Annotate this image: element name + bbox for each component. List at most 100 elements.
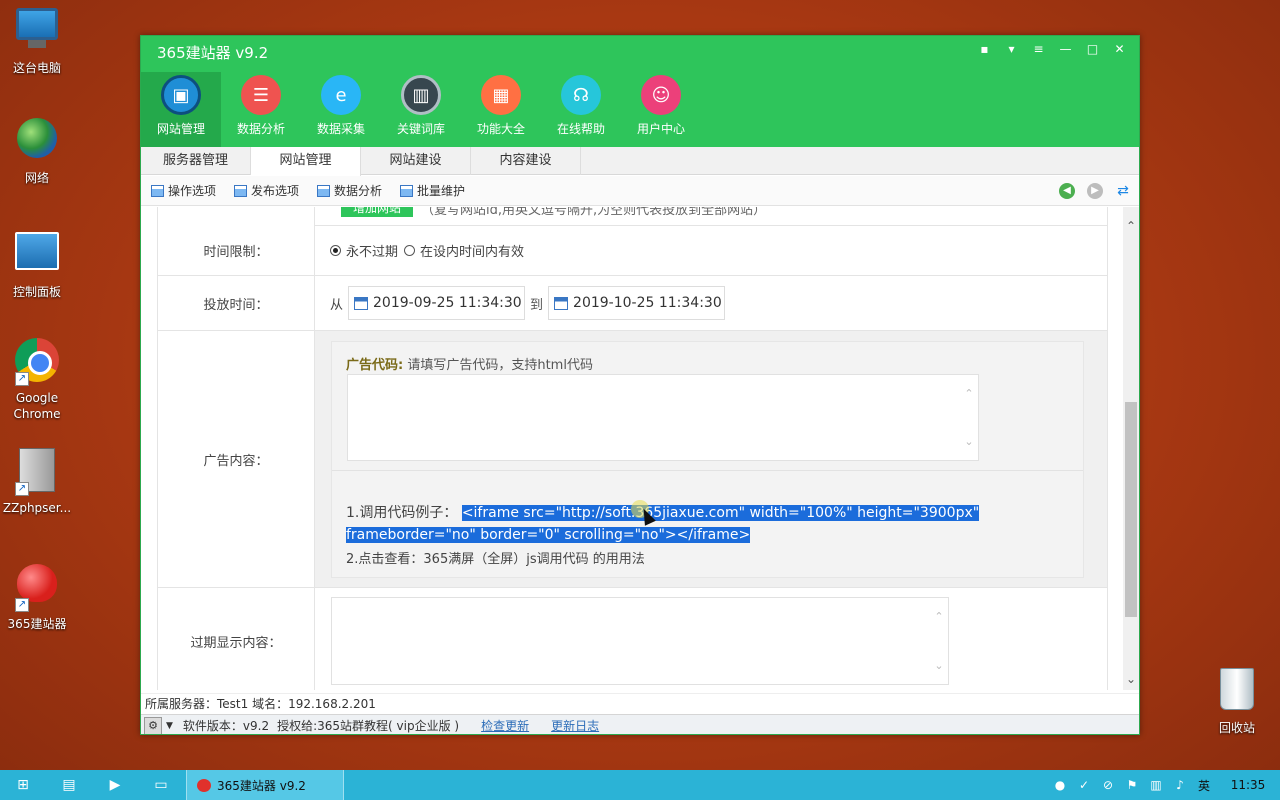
system-tray: ● ✓ ⊘ ⚑ ▥ ♪ 英 11:35 — [1048, 770, 1280, 800]
schedule-label: 投放时间： — [158, 276, 315, 330]
settings-icon[interactable]: ⚙ — [144, 716, 162, 734]
server-manager-icon[interactable]: ▤ — [46, 770, 92, 800]
schedule-row: 投放时间： 从 2019-09-25 11:34:30 到 2019-10-25… — [158, 276, 1107, 331]
tray-app-icon[interactable]: ● — [1048, 778, 1072, 792]
edge-icon: e — [321, 75, 361, 115]
tool-user-center[interactable]: ☺ 用户中心 — [621, 72, 701, 147]
monitor-icon: ▣ — [161, 75, 201, 115]
menu-icon[interactable]: ≡ — [1029, 40, 1048, 58]
tool-label: 在线帮助 — [556, 122, 605, 136]
tab-bar: 服务器管理 网站管理 网站建设 内容建设 — [141, 147, 1139, 176]
textarea-scrollbar[interactable]: ⌃ ⌄ — [930, 598, 948, 684]
license-text: 授权给:365站群教程( vip企业版 ) — [277, 719, 460, 733]
version-bar: ⚙ ▼ 软件版本：v9.2 授权给:365站群教程( vip企业版 ) 检查更新… — [141, 714, 1139, 734]
desktop-icon-recycle-bin[interactable]: 回收站 — [1200, 668, 1274, 736]
back-arrow-icon[interactable]: ◀ — [1059, 183, 1075, 199]
server-status: 所属服务器：Test1 域名：192.168.2.201 — [141, 693, 1139, 714]
sub-operation-options[interactable]: 操作选项 — [151, 182, 216, 199]
taskbar-app-365[interactable]: 365建站器 v9.2 — [186, 770, 344, 800]
nav-buttons: ◀ ▶ ⇄ — [1059, 183, 1131, 199]
skin-icon[interactable]: ▾ — [1002, 40, 1021, 58]
tab-site-building[interactable]: 网站建设 — [361, 147, 471, 175]
tray-flag-icon[interactable]: ⚑ — [1120, 778, 1144, 792]
tool-data-collection[interactable]: e 数据采集 — [301, 72, 381, 147]
sub-data-analysis[interactable]: 数据分析 — [317, 182, 382, 199]
tool-keyword-library[interactable]: ▥ 关键词库 — [381, 72, 461, 147]
desktop-icon-this-pc[interactable]: 这台电脑 — [0, 8, 74, 76]
add-site-button[interactable]: 增加网站 — [341, 207, 413, 217]
database-icon: ☰ — [241, 75, 281, 115]
end-date-input[interactable]: 2019-10-25 11:34:30 — [548, 286, 726, 320]
desktop-icon-network[interactable]: 网络 — [0, 118, 74, 186]
sub-label: 操作选项 — [168, 184, 217, 198]
start-button[interactable]: ⊞ — [0, 770, 46, 800]
changelog-link[interactable]: 更新日志 — [551, 717, 599, 734]
scroll-down-icon[interactable]: ⌄ — [1123, 672, 1139, 686]
tool-label: 网站管理 — [156, 122, 205, 136]
example-code: 1.调用代码例子： <iframe src="http://soft.365ji… — [346, 502, 1064, 546]
window-icon — [234, 184, 248, 197]
tool-label: 关键词库 — [396, 122, 445, 136]
tab-server-management[interactable]: 服务器管理 — [141, 147, 251, 175]
apple-icon — [197, 778, 211, 792]
divider — [332, 470, 1083, 471]
minimize-button[interactable]: — — [1056, 40, 1075, 58]
grid-icon: ▦ — [481, 75, 521, 115]
app-window: 365建站器 v9.2 ▪ ▾ ≡ — □ ✕ ▣ 网站管理 ☰ 数据分析 e … — [140, 35, 1140, 735]
powershell-icon[interactable]: ▶ — [92, 770, 138, 800]
radio-never-expire-label: 永不过期 — [346, 245, 399, 260]
radio-never-expire[interactable] — [330, 245, 341, 256]
textarea-scrollbar[interactable]: ⌃ ⌄ — [960, 375, 978, 460]
tool-all-functions[interactable]: ▦ 功能大全 — [461, 72, 541, 147]
tool-label: 功能大全 — [476, 122, 525, 136]
close-button[interactable]: ✕ — [1110, 40, 1129, 58]
forward-arrow-icon[interactable]: ▶ — [1087, 183, 1103, 199]
radio-time-range[interactable] — [404, 245, 416, 256]
example-link-line[interactable]: 2.点击查看：365满屏（全屏）js调用代码 的用用法 — [346, 548, 645, 567]
taskbar-app-label: 365建站器 v9.2 — [217, 778, 306, 793]
volume-icon[interactable]: ♪ — [1168, 778, 1192, 792]
ad-content-row: 广告内容： 广告代码: 请填写广告代码，支持html代码 ⌃ ⌄ 1.调用代码例子… — [158, 331, 1107, 588]
tray-warning-icon[interactable]: ⊘ — [1096, 778, 1120, 792]
refresh-icon[interactable]: ⇄ — [1115, 183, 1131, 199]
tool-site-management[interactable]: ▣ 网站管理 — [141, 72, 221, 147]
ad-code-textarea[interactable]: ⌃ ⌄ — [347, 374, 979, 461]
end-date-value: 2019-10-25 11:34:30 — [573, 295, 722, 311]
time-limit-row: 时间限制： 永不过期 在设内时间内有效 — [158, 226, 1107, 276]
expire-textarea[interactable]: ⌃ ⌄ — [331, 597, 949, 685]
tray-security-icon[interactable]: ✓ — [1072, 778, 1096, 792]
book-icon: ▥ — [401, 75, 441, 115]
sub-toolbar: 操作选项 发布选项 数据分析 批量维护 ◀ ▶ ⇄ — [141, 176, 1139, 206]
tab-site-management[interactable]: 网站管理 — [251, 147, 361, 176]
ime-indicator[interactable]: 英 — [1192, 777, 1216, 794]
window-title: 365建站器 v9.2 — [157, 44, 269, 62]
sub-batch-maintenance[interactable]: 批量维护 — [400, 182, 465, 199]
start-date-input[interactable]: 2019-09-25 11:34:30 — [348, 286, 526, 320]
tool-data-analysis[interactable]: ☰ 数据分析 — [221, 72, 301, 147]
scroll-thumb[interactable] — [1125, 402, 1137, 617]
clock[interactable]: 11:35 — [1216, 778, 1280, 792]
scroll-up-icon[interactable]: ⌃ — [1123, 219, 1139, 233]
check-update-link[interactable]: 检查更新 — [481, 717, 529, 734]
maximize-button[interactable]: □ — [1083, 40, 1102, 58]
tool-online-help[interactable]: ☊ 在线帮助 — [541, 72, 621, 147]
desktop-icon-365[interactable]: ↗ 365建站器 — [0, 558, 74, 632]
version-text: 软件版本：v9.2 — [182, 719, 270, 733]
main-scrollbar[interactable]: ⌃ ⌄ — [1123, 207, 1139, 690]
file-explorer-icon[interactable]: ▭ — [138, 770, 184, 800]
site-row-label — [158, 207, 315, 226]
recycle-bin-icon — [1213, 668, 1261, 716]
desktop-icon-chrome[interactable]: ↗ Google Chrome — [0, 338, 74, 422]
to-label: 到 — [530, 297, 544, 313]
desktop-icon-control-panel[interactable]: 控制面板 — [0, 232, 74, 300]
chevron-down-icon[interactable]: ▼ — [166, 721, 173, 731]
headset-icon: ☊ — [561, 75, 601, 115]
sub-label: 数据分析 — [334, 184, 383, 198]
ad-code-label: 广告代码: 请填写广告代码，支持html代码 — [346, 354, 593, 373]
tab-content-building[interactable]: 内容建设 — [471, 147, 581, 175]
sub-publish-options[interactable]: 发布选项 — [234, 182, 299, 199]
network-status-icon[interactable]: ▥ — [1144, 778, 1168, 792]
taskbar: ⊞ ▤ ▶ ▭ 365建站器 v9.2 ● ✓ ⊘ ⚑ ▥ ♪ 英 11:35 — [0, 770, 1280, 800]
chat-icon[interactable]: ▪ — [975, 40, 994, 58]
desktop-icon-zzphpserver[interactable]: ↗ ZZphpser... — [0, 448, 74, 516]
